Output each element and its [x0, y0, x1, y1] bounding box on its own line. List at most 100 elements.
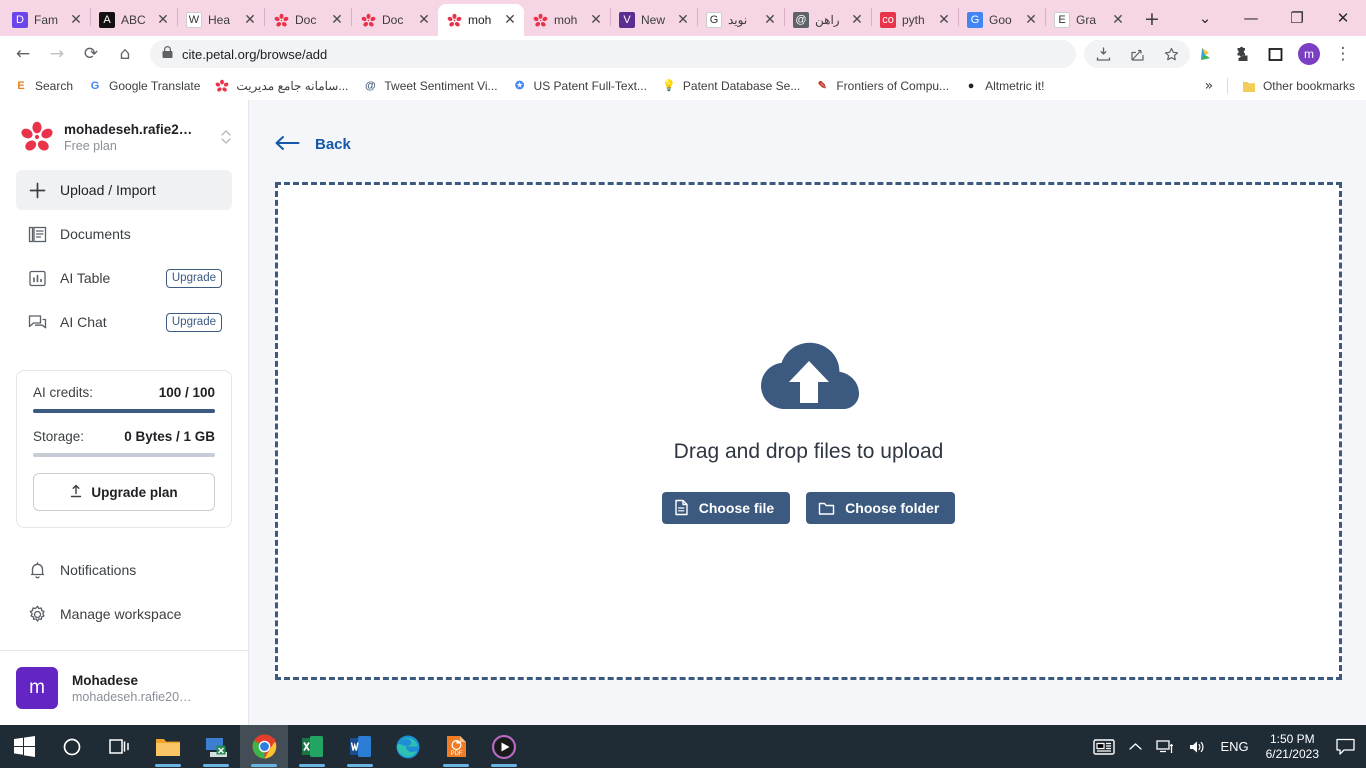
bookmark-item[interactable]: ✪ US Patent Full-Text... [505, 74, 654, 98]
browser-tab[interactable]: Doc ✕ [265, 4, 351, 36]
back-nav-icon[interactable]: ← [8, 39, 38, 69]
share-icon[interactable] [1122, 39, 1152, 69]
browser-tab[interactable]: W Hea ✕ [178, 4, 264, 36]
upgrade-badge[interactable]: Upgrade [165, 312, 222, 332]
home-icon[interactable]: ⌂ [110, 39, 140, 69]
volume-icon[interactable] [1181, 725, 1213, 768]
bookmark-item[interactable]: ✎ Frontiers of Compu... [807, 74, 956, 98]
bookmarks-overflow-button[interactable]: » [1199, 76, 1219, 96]
tab-close-icon[interactable]: ✕ [155, 12, 171, 28]
browser-toolbar: ← → ⟳ ⌂ cite.petal.org/browse/add m ⋮ [0, 36, 1366, 72]
other-bookmarks-button[interactable]: Other bookmarks [1234, 74, 1362, 98]
reload-icon[interactable]: ⟳ [76, 39, 106, 69]
maximize-button[interactable]: ❐ [1274, 2, 1320, 34]
extensions-puzzle-icon[interactable] [1226, 39, 1256, 69]
bookmark-item[interactable]: سامانه جامع مدیریت... [207, 74, 355, 98]
browser-menu-icon[interactable]: ⋮ [1328, 39, 1358, 69]
action-center-icon[interactable] [1329, 725, 1362, 768]
account-footer[interactable]: m Mohadese mohadeseh.rafie20… [0, 650, 248, 725]
upload-dropzone[interactable]: Drag and drop files to upload Choose fil… [275, 182, 1342, 680]
sidebar-lower-nav: Notifications Manage workspace [0, 528, 248, 638]
tab-close-icon[interactable]: ✕ [762, 12, 778, 28]
forward-nav-icon[interactable]: → [42, 39, 72, 69]
tab-close-icon[interactable]: ✕ [936, 12, 952, 28]
browser-tab[interactable]: E Gra ✕ [1046, 4, 1132, 36]
tab-close-icon[interactable]: ✕ [1023, 12, 1039, 28]
taskbar-task-view-button[interactable] [96, 725, 144, 768]
workspace-switcher[interactable]: mohadeseh.rafie2… Free plan [0, 100, 248, 170]
minimize-button[interactable]: — [1228, 2, 1274, 34]
window-controls: ⌄ — ❐ ✕ [1182, 0, 1366, 36]
taskbar-media-player[interactable] [480, 725, 528, 768]
taskbar-edge[interactable] [384, 725, 432, 768]
browser-tab[interactable]: G نويد ✕ [698, 4, 784, 36]
bookmark-item[interactable]: 💡 Patent Database Se... [654, 74, 807, 98]
language-indicator[interactable]: ENG [1213, 725, 1255, 768]
tab-close-icon[interactable]: ✕ [329, 12, 345, 28]
taskbar-file-explorer[interactable] [144, 725, 192, 768]
bookmark-item[interactable]: @ Tweet Sentiment Vi... [355, 74, 504, 98]
bookmark-item[interactable]: ● Altmetric it! [956, 74, 1051, 98]
dictionary-icon: D [12, 12, 28, 28]
network-icon[interactable] [1149, 725, 1181, 768]
star-badge-icon: ✪ [514, 79, 525, 92]
e-orange-icon: E [17, 79, 25, 92]
taskbar-excel[interactable] [288, 725, 336, 768]
browser-tab[interactable]: @ راهن ✕ [785, 4, 871, 36]
browser-tab[interactable]: A ABC ✕ [91, 4, 177, 36]
tab-search-button[interactable]: ⌄ [1182, 2, 1228, 34]
sidebar-item-ai-table[interactable]: AI Table Upgrade [16, 258, 232, 298]
browser-tab[interactable]: D Fam ✕ [4, 4, 90, 36]
browser-tab[interactable]: moh ✕ [524, 4, 610, 36]
storage-value: 0 Bytes / 1 GB [124, 429, 215, 444]
sidebar-item-ai-chat[interactable]: AI Chat Upgrade [16, 302, 232, 342]
bookmark-label: سامانه جامع مدیریت... [236, 79, 349, 93]
co-icon: co [880, 12, 896, 28]
taskbar-gom-pdf[interactable]: PDF [432, 725, 480, 768]
ai-credits-label: AI credits: [33, 385, 94, 400]
browser-tab[interactable]: G Goo ✕ [959, 4, 1045, 36]
tab-close-icon[interactable]: ✕ [1110, 12, 1126, 28]
profile-avatar[interactable]: m [1298, 43, 1320, 65]
sidebar-item-manage-workspace[interactable]: Manage workspace [16, 594, 232, 634]
taskbar-search-button[interactable] [48, 725, 96, 768]
sidebar-item-upload-import[interactable]: Upload / Import [16, 170, 232, 210]
tab-close-icon[interactable]: ✕ [849, 12, 865, 28]
browser-tab[interactable]: moh ✕ [438, 4, 524, 36]
downloads-icon[interactable] [1088, 39, 1118, 69]
browser-tab[interactable]: Doc ✕ [352, 4, 438, 36]
sidepanel-icon[interactable] [1260, 39, 1290, 69]
browser-tab[interactable]: V New ✕ [611, 4, 697, 36]
taskbar-start-button[interactable] [0, 725, 48, 768]
browser-tab[interactable]: co pyth ✕ [872, 4, 958, 36]
upgrade-badge[interactable]: Upgrade [165, 268, 222, 288]
tab-close-icon[interactable]: ✕ [68, 12, 84, 28]
choose-folder-button[interactable]: Choose folder [806, 491, 956, 524]
taskbar-chrome[interactable] [240, 725, 288, 768]
taskbar-clock[interactable]: 1:50 PM 6/21/2023 [1256, 732, 1329, 762]
close-window-button[interactable]: ✕ [1320, 2, 1366, 34]
tab-close-icon[interactable]: ✕ [588, 12, 604, 28]
tab-close-icon[interactable]: ✕ [416, 12, 432, 28]
taskbar-remote-desktop[interactable] [192, 725, 240, 768]
sidebar-item-documents[interactable]: Documents [16, 214, 232, 254]
sidebar-item-notifications[interactable]: Notifications [16, 550, 232, 590]
bookmark-star-icon[interactable] [1156, 39, 1186, 69]
choose-file-button[interactable]: Choose file [661, 491, 791, 524]
bookmark-item[interactable]: E Search [6, 74, 80, 98]
back-button[interactable]: Back [275, 128, 1342, 160]
taskbar-word[interactable] [336, 725, 384, 768]
cloud-upload-icon [757, 339, 861, 420]
tray-chevron-icon[interactable] [1122, 725, 1149, 768]
address-bar[interactable]: cite.petal.org/browse/add [150, 40, 1076, 68]
new-tab-button[interactable]: + [1138, 5, 1166, 33]
extension-bird-icon[interactable] [1192, 39, 1222, 69]
tab-close-icon[interactable]: ✕ [502, 12, 518, 28]
tab-close-icon[interactable]: ✕ [675, 12, 691, 28]
bookmark-item[interactable]: G Google Translate [80, 74, 207, 98]
news-icon[interactable] [1086, 725, 1122, 768]
tab-close-icon[interactable]: ✕ [242, 12, 258, 28]
tab-label: Doc [295, 13, 317, 27]
upgrade-plan-button[interactable]: Upgrade plan [33, 473, 215, 511]
chevron-updown-icon[interactable] [218, 127, 234, 147]
